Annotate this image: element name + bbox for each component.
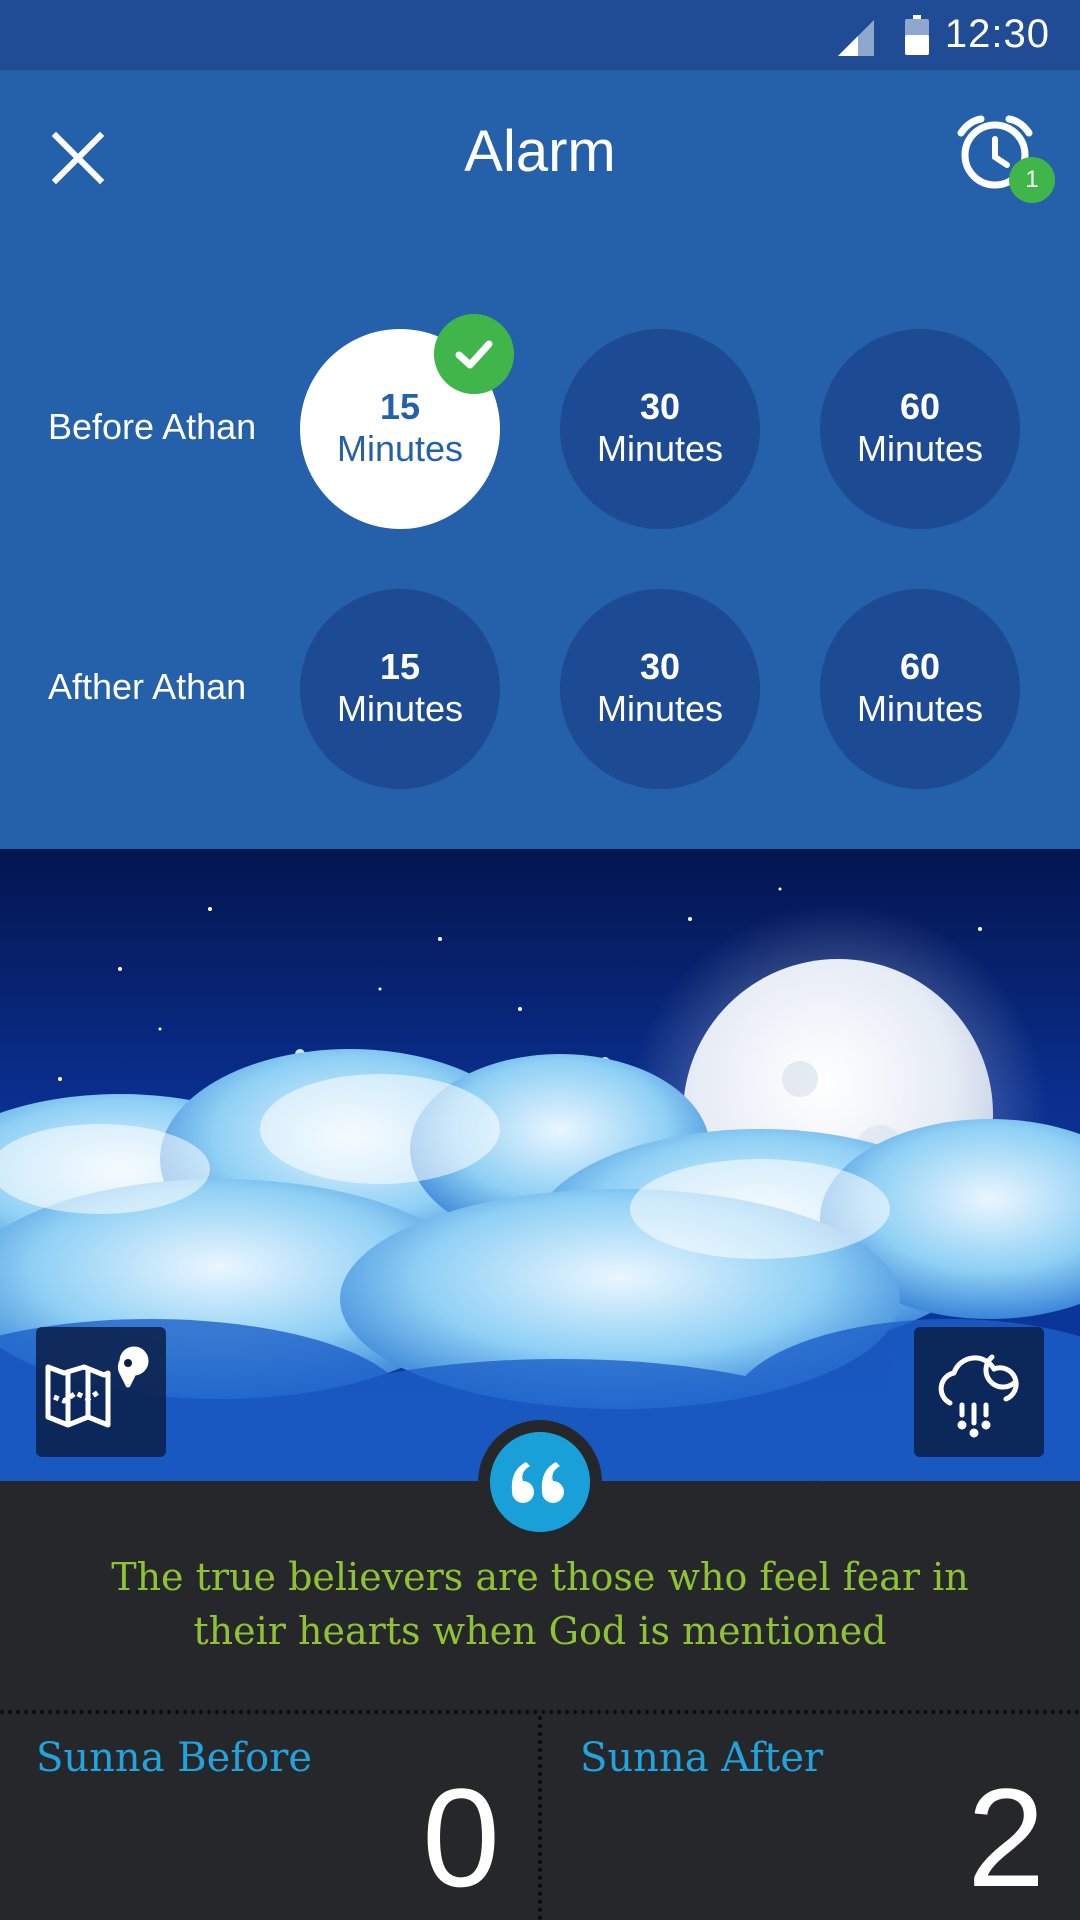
selected-check-icon [434, 314, 514, 394]
sunna-after-label: Sunna After [580, 1735, 824, 1781]
option-value: 60 [899, 646, 941, 687]
page-title: Alarm [464, 119, 616, 184]
sunna-before-value: 0 [422, 1759, 500, 1916]
option-value: 60 [899, 386, 941, 427]
option-value: 15 [379, 646, 421, 687]
before-athan-60-option[interactable]: 60 Minutes [820, 329, 1020, 529]
battery-icon [905, 15, 929, 55]
sunna-after-value: 2 [967, 1759, 1045, 1916]
option-value: 30 [639, 646, 681, 687]
before-athan-30-option[interactable]: 30 Minutes [560, 329, 760, 529]
option-unit: Minutes [336, 428, 464, 469]
weather-button[interactable] [914, 1327, 1044, 1457]
cell-signal-icon [838, 20, 874, 56]
after-athan-60-option[interactable]: 60 Minutes [820, 589, 1020, 789]
quote-icon [490, 1432, 590, 1532]
option-unit: Minutes [596, 428, 724, 469]
option-unit: Minutes [336, 688, 464, 729]
map-location-button[interactable] [36, 1327, 166, 1457]
map-location-icon [45, 1346, 149, 1428]
after-athan-label: Afther Athan [48, 666, 247, 707]
option-unit: Minutes [856, 688, 984, 729]
status-bar: 12:30 [0, 0, 1080, 70]
after-athan-30-option[interactable]: 30 Minutes [560, 589, 760, 789]
alarm-count-badge: 1 [1009, 157, 1055, 203]
option-unit: Minutes [596, 688, 724, 729]
alarm-screen: 12:30 Alarm 1 Before Athan 15 Minutes 30… [0, 0, 1080, 1920]
stats-divider [538, 1716, 542, 1920]
weather-night-rain-icon [938, 1354, 1019, 1438]
after-athan-15-option[interactable]: 15 Minutes [300, 589, 500, 789]
option-value: 30 [639, 386, 681, 427]
option-unit: Minutes [856, 428, 984, 469]
status-time: 12:30 [944, 12, 1050, 56]
quote-text: The true believers are those who feel fe… [111, 1555, 969, 1653]
before-athan-label: Before Athan [48, 406, 257, 447]
sunna-before-label: Sunna Before [36, 1735, 312, 1781]
